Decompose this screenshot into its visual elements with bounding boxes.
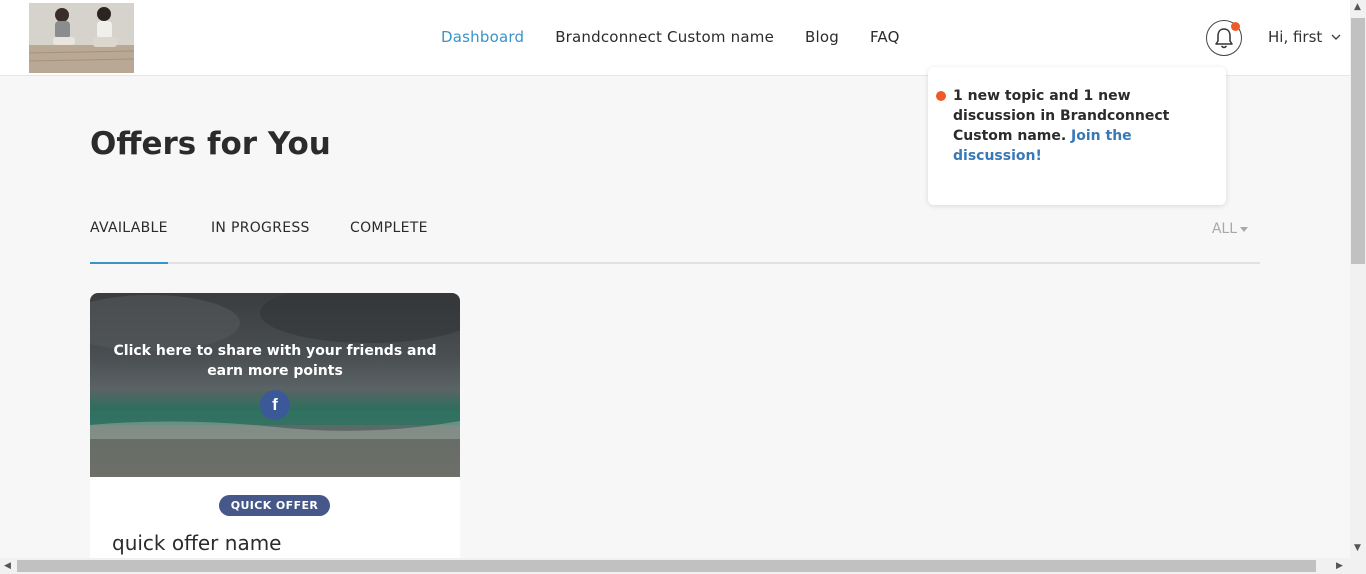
scroll-left-icon[interactable]: ◀ [4, 561, 11, 571]
offer-image[interactable]: Click here to share with your friends an… [90, 293, 460, 477]
nav-brandconnect[interactable]: Brandconnect Custom name [555, 28, 774, 46]
offer-tabs: AVAILABLE IN PROGRESS COMPLETE ALL [90, 218, 1260, 264]
brand-logo-image[interactable] [29, 3, 134, 73]
nav-faq[interactable]: FAQ [870, 28, 900, 46]
filter-label: ALL [1211, 221, 1237, 237]
facebook-share-icon[interactable]: f [260, 390, 290, 420]
horizontal-scrollbar-thumb[interactable] [17, 560, 1316, 572]
share-prompt-text[interactable]: Click here to share with your friends an… [110, 341, 440, 381]
tab-complete[interactable]: COMPLETE [350, 220, 428, 236]
offer-type-badge: QUICK OFFER [219, 495, 330, 516]
scroll-down-icon[interactable]: ▼ [1354, 543, 1361, 553]
user-greeting: Hi, first [1268, 28, 1323, 46]
page-title: Offers for You [90, 126, 331, 162]
nav-dashboard[interactable]: Dashboard [441, 28, 524, 46]
filter-dropdown[interactable]: ALL [1212, 221, 1248, 237]
scroll-right-icon[interactable]: ▶ [1336, 561, 1343, 571]
offer-name[interactable]: quick offer name [112, 531, 281, 555]
offer-card[interactable]: Click here to share with your friends an… [90, 293, 460, 558]
notification-popover: 1 new topic and 1 new discussion in Bran… [928, 67, 1226, 205]
bell-icon [1215, 28, 1233, 49]
tab-in-progress[interactable]: IN PROGRESS [211, 220, 310, 236]
notification-dot [1231, 22, 1240, 31]
notification-message: 1 new topic and 1 new discussion in Bran… [953, 88, 1170, 144]
top-header: Dashboard Brandconnect Custom name Blog … [0, 0, 1350, 76]
notifications-button[interactable] [1206, 20, 1242, 56]
unread-dot [936, 91, 946, 101]
nav-blog[interactable]: Blog [805, 28, 839, 46]
chevron-down-icon [1331, 34, 1341, 40]
main-nav: Dashboard Brandconnect Custom name Blog … [441, 28, 900, 46]
scroll-up-icon[interactable]: ▲ [1354, 2, 1361, 12]
caret-down-icon [1240, 226, 1248, 232]
tab-available[interactable]: AVAILABLE [90, 220, 168, 264]
user-menu[interactable]: Hi, first [1268, 28, 1341, 46]
vertical-scrollbar-thumb[interactable] [1351, 18, 1365, 264]
